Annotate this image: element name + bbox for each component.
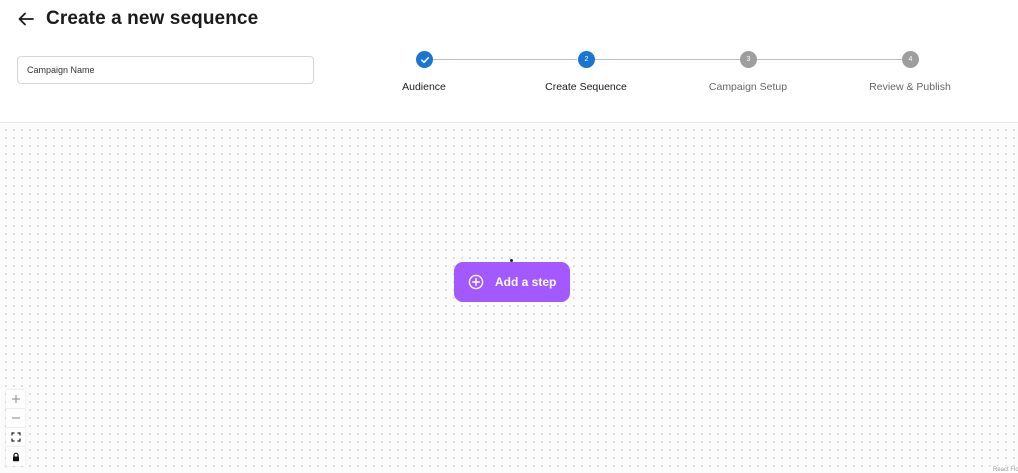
lock-button[interactable]	[6, 447, 25, 466]
step-connector	[595, 59, 740, 60]
step-4-indicator: 4	[902, 51, 919, 68]
step-connector	[433, 59, 577, 60]
plus-icon	[11, 395, 20, 403]
react-flow-attribution[interactable]: React Flow	[990, 466, 1018, 473]
page-header: Create a new sequence 2 3 4 Audience Cre…	[0, 0, 1018, 123]
add-step-label: Add a step	[495, 275, 557, 289]
checkmark-icon	[420, 56, 429, 63]
fit-view-icon	[10, 432, 21, 442]
flow-canvas[interactable]: Add a step React Flow	[0, 124, 1018, 473]
step-3-indicator: 3	[740, 51, 757, 68]
step-connector	[757, 59, 902, 60]
lock-icon	[12, 452, 19, 461]
fit-view-button[interactable]	[6, 428, 25, 447]
minus-icon	[11, 417, 20, 419]
zoom-in-button[interactable]	[6, 390, 25, 409]
step-label-campaign-setup: Campaign Setup	[708, 81, 788, 93]
zoom-out-button[interactable]	[6, 409, 25, 428]
progress-stepper: 2 3 4 Audience Create Sequence Campaign …	[0, 0, 1018, 100]
step-1-indicator	[416, 51, 433, 68]
add-step-button[interactable]: Add a step	[454, 262, 570, 302]
step-label-review-publish: Review & Publish	[869, 81, 951, 93]
step-2-indicator: 2	[578, 51, 595, 68]
step-label-create-sequence: Create Sequence	[545, 81, 627, 93]
step-label-audience: Audience	[402, 81, 446, 93]
flow-controls	[6, 390, 25, 466]
plus-circle-icon	[468, 274, 484, 290]
